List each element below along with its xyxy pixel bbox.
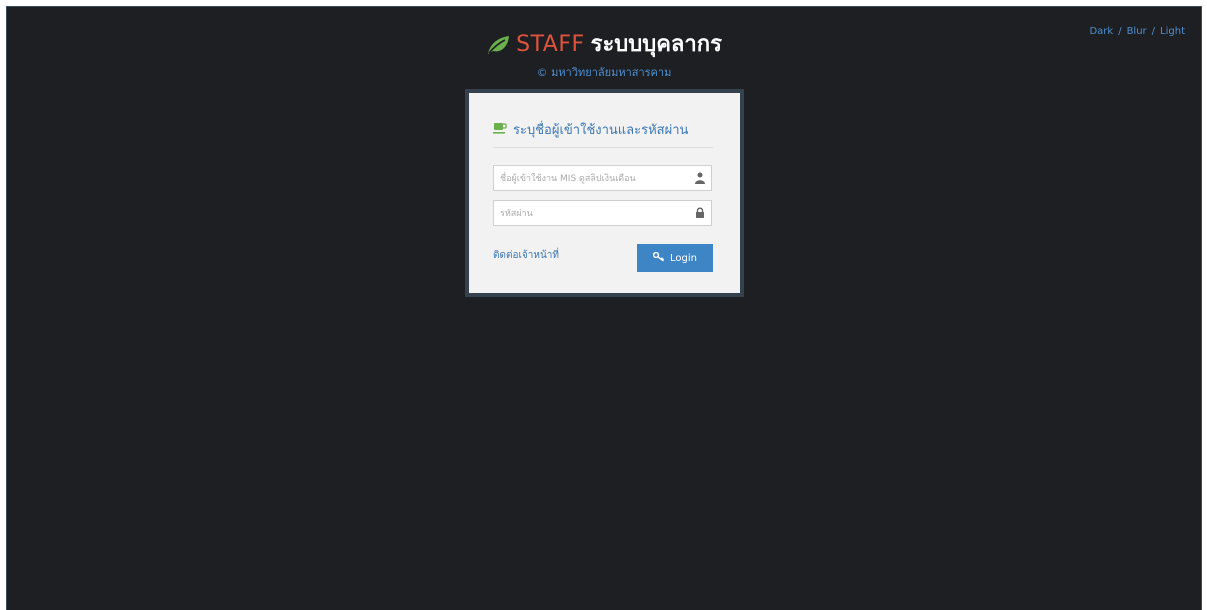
page-background: Dark / Blur / Light STAFF ระบบบุคลากร © มหาว… [6, 6, 1202, 610]
login-heading: ระบุชื่อผู้เข้าใช้งานและรหัสผ่าน [493, 119, 713, 148]
brand-title: STAFF ระบบบุคลากร [486, 31, 722, 59]
login-form: ระบุชื่อผู้เข้าใช้งานและรหัสผ่าน ชื่อผู้… [493, 119, 713, 274]
brand-header: STAFF ระบบบุคลากร © มหาวิทยาลัยมหาสารคาม [7, 31, 1201, 81]
password-field [493, 200, 712, 226]
leaf-icon [486, 35, 510, 55]
username-field [493, 165, 712, 191]
brand-subtitle: © มหาวิทยาลัยมหาสารคาม [536, 66, 672, 79]
password-input[interactable] [494, 202, 690, 226]
login-heading-text: ระบุชื่อผู้เข้าใช้งานและรหัสผ่าน [513, 123, 689, 138]
cup-icon [493, 122, 507, 138]
brand-staff-text: STAFF [516, 32, 585, 57]
login-panel: ระบุชื่อผู้เข้าใช้งานและรหัสผ่าน ชื่อผู้… [465, 89, 744, 297]
brand-system-text: ระบบบุคลากร [590, 32, 722, 57]
username-input[interactable] [494, 167, 690, 191]
login-actions: ติดต่อเจ้าหน้าที่ Login [493, 244, 713, 274]
login-button[interactable]: Login [637, 244, 713, 272]
key-icon [652, 251, 665, 265]
contact-staff-link[interactable]: ติดต่อเจ้าหน้าที่ [493, 248, 559, 263]
login-button-label: Login [670, 252, 697, 264]
